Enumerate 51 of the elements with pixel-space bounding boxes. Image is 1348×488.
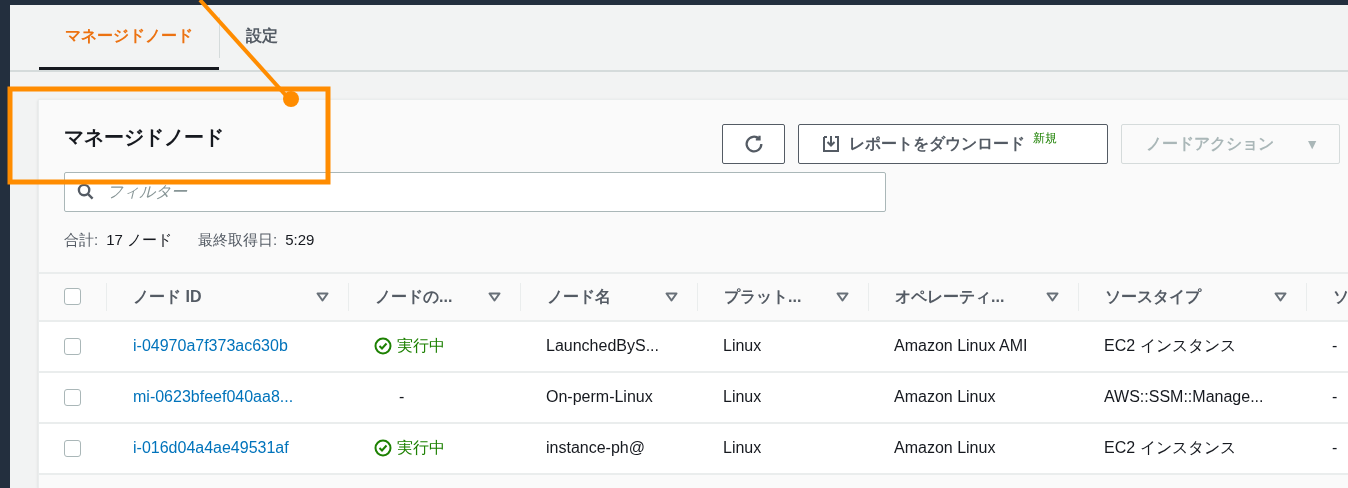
checkbox[interactable] [64, 288, 81, 305]
table-cell: Linux [723, 439, 762, 456]
sort-icon[interactable] [1046, 291, 1059, 302]
table-cell: - [1332, 388, 1338, 405]
tab[interactable]: 設定 [220, 5, 304, 70]
table-cell: On-perm-Linux [546, 388, 653, 405]
panel-title: マネージドノード [64, 125, 224, 150]
checkbox[interactable] [64, 439, 81, 457]
sort-icon[interactable] [1274, 291, 1287, 302]
status-text: 実行中 [397, 336, 445, 356]
table-cell: Amazon Linux [894, 439, 996, 456]
table-cell: EC2 インスタンス [1104, 337, 1236, 354]
column-header[interactable]: ノード名 [547, 284, 611, 309]
column-header[interactable]: オペレーティ... [895, 284, 1005, 309]
table-cell: - [1332, 337, 1338, 354]
summary-value: 5:29 [285, 230, 315, 250]
refresh-button[interactable] [722, 124, 785, 164]
column-header[interactable]: ノード ID [133, 284, 202, 309]
node-id-link[interactable]: i-04970a7f373ac630b [133, 337, 288, 354]
table-cell: AWS::SSM::Manage... [1104, 388, 1264, 405]
table-cell: Linux [723, 388, 762, 405]
node-id-link[interactable]: i-016d04a4ae49531af [133, 439, 289, 456]
summary-label: 合計: [64, 230, 99, 250]
table-cell: EC2 インスタンス [1104, 439, 1236, 456]
new-label: 新規 [1033, 130, 1057, 147]
table-cell: LaunchedByS... [546, 337, 659, 354]
sort-icon[interactable] [316, 291, 329, 302]
refresh-icon [742, 133, 765, 155]
status-text: - [398, 388, 405, 405]
node-id-link[interactable]: mi-0623bfeef040aa8... [133, 388, 294, 405]
summary-label: 最終取得日: [198, 230, 278, 250]
sort-icon[interactable] [488, 291, 501, 302]
column-header[interactable]: ノードの... [375, 284, 453, 309]
checkbox[interactable] [64, 388, 81, 406]
download-icon [821, 134, 841, 154]
table-cell: Amazon Linux AMI [894, 337, 1028, 354]
search-icon [77, 183, 94, 200]
table-cell: - [1332, 439, 1338, 456]
sort-icon[interactable] [836, 291, 849, 302]
column-header[interactable]: ソ [1333, 284, 1348, 309]
table-cell: Amazon Linux [894, 388, 996, 405]
table-cell: Linux [723, 337, 762, 354]
filter-field[interactable]: フィルター [64, 172, 886, 212]
table-cell: instance-ph@ [546, 439, 645, 456]
column-header[interactable]: ソースタイプ [1105, 284, 1201, 309]
download-report-button[interactable]: レポートをダウンロード 新規 [798, 124, 1108, 164]
checkbox[interactable] [64, 337, 81, 355]
status-text: 実行中 [397, 438, 445, 458]
sort-icon[interactable] [665, 291, 678, 302]
column-header[interactable]: プラット... [724, 284, 802, 309]
summary-value: 17 ノード [106, 230, 173, 250]
